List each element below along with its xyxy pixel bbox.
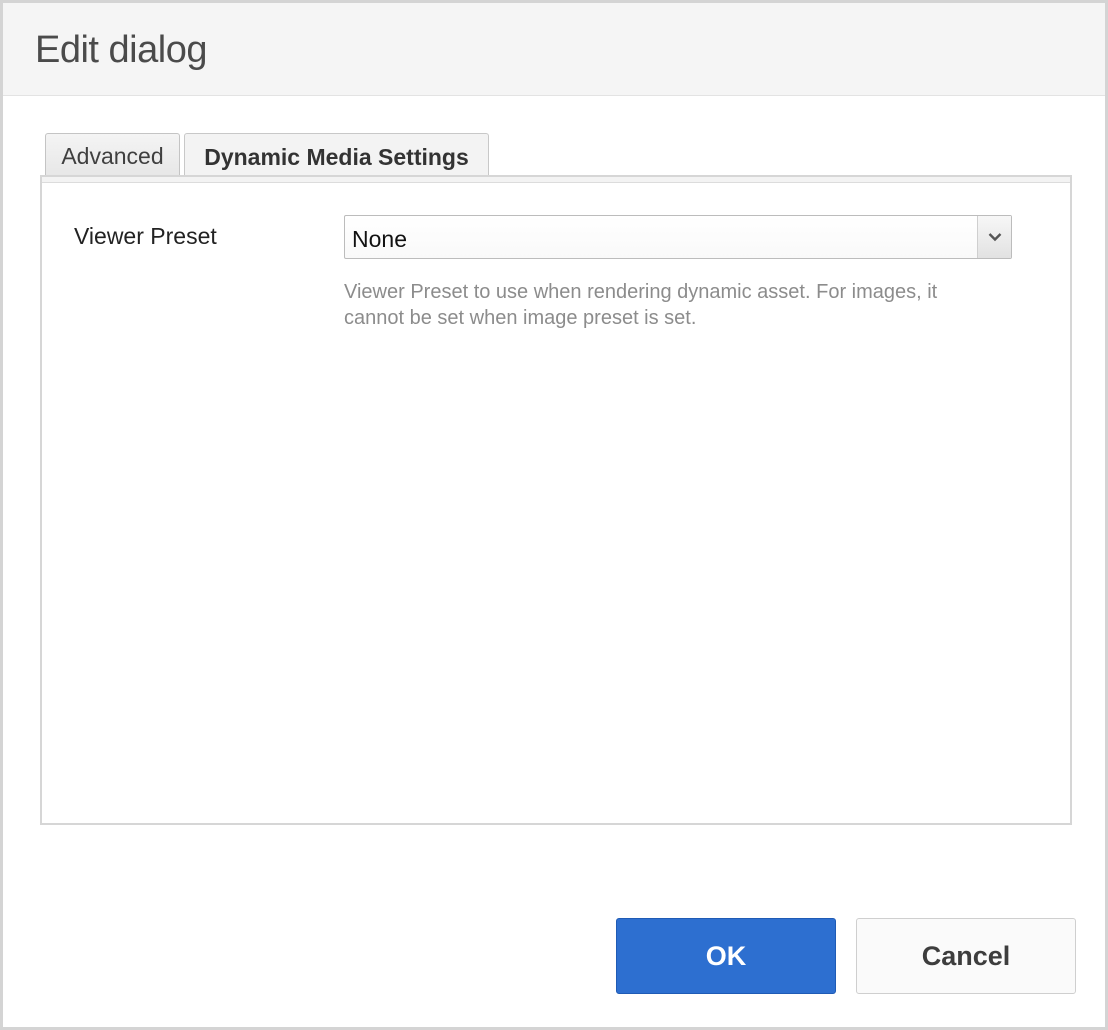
chevron-down-glyph xyxy=(988,233,1001,242)
dialog-title: Edit dialog xyxy=(35,29,207,71)
edit-dialog: Edit dialog Advanced Dynamic Media Setti… xyxy=(0,0,1108,1030)
ok-button[interactable]: OK xyxy=(616,918,836,994)
tab-panel: Viewer Preset None Viewer Preset to use … xyxy=(40,175,1072,825)
viewer-preset-select[interactable]: None xyxy=(344,215,1012,259)
viewer-preset-help-text: Viewer Preset to use when rendering dyna… xyxy=(344,281,938,329)
chevron-down-icon[interactable] xyxy=(977,216,1011,258)
viewer-preset-value: None xyxy=(352,226,407,252)
cancel-button[interactable]: Cancel xyxy=(856,918,1076,994)
panel-top-strip xyxy=(42,177,1070,183)
tab-label: Advanced xyxy=(61,143,164,169)
dialog-header: Edit dialog xyxy=(3,3,1105,96)
tab-advanced[interactable]: Advanced xyxy=(45,133,180,179)
viewer-preset-label: Viewer Preset xyxy=(74,223,217,249)
tab-dynamic-media-settings[interactable]: Dynamic Media Settings xyxy=(184,133,489,181)
tab-label: Dynamic Media Settings xyxy=(204,144,469,170)
